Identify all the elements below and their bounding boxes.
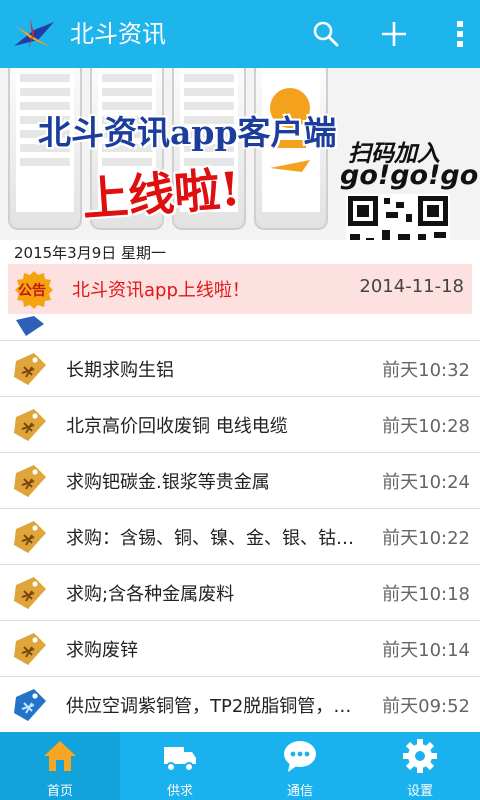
orange-tag-icon [14, 353, 46, 385]
news-time: 前天10:24 [382, 472, 470, 493]
news-item[interactable]: 长期求购生铝 前天10:32 [0, 340, 480, 396]
notice-date: 2014-11-18 [359, 276, 464, 297]
bottom-tab-bar: 首页 供求 通信 设置 [0, 732, 480, 800]
blue-tag-icon [16, 316, 44, 336]
news-time: 前天09:52 [382, 696, 470, 717]
news-time: 前天10:14 [382, 640, 470, 661]
tab-settings[interactable]: 设置 [360, 732, 480, 800]
gear-icon [403, 739, 437, 773]
news-item[interactable]: 求购：含锡、铜、镍、金、银、钴、钯 前天10:22 [0, 508, 480, 564]
orange-tag-icon [14, 577, 46, 609]
tab-supply-label: 供求 [166, 784, 193, 799]
chat-bubble-icon [284, 741, 316, 772]
notice-banner[interactable]: 公告 北斗资讯app上线啦！ 2014-11-18 [8, 264, 472, 314]
compass-logo-icon [14, 18, 54, 50]
banner-subheadline: 上线啦! [80, 161, 243, 227]
news-item[interactable]: 求购废锌 前天10:14 [0, 620, 480, 676]
news-item[interactable]: 求购钯碳金.银浆等贵金属 前天10:24 [0, 452, 480, 508]
orange-tag-icon [14, 633, 46, 665]
orange-tag-icon [14, 521, 46, 553]
banner-headline: 北斗资讯app客户端 [38, 113, 337, 152]
promo-banner[interactable]: 北斗资讯app客户端 上线啦! 扫码加入 go!go!go! [0, 68, 480, 240]
search-icon [313, 21, 339, 47]
news-title: 北京高价回收废铜 电线电缆 [66, 416, 288, 437]
news-title: 求购废锌 [66, 640, 138, 661]
overflow-menu-icon [457, 21, 463, 47]
overflow-menu-button[interactable] [440, 14, 480, 54]
news-time: 前天10:18 [382, 584, 470, 605]
date-label: 2015年3月9日 星期一 [14, 244, 167, 262]
tab-settings-label: 设置 [406, 784, 433, 799]
news-item[interactable]: 求购;含各种金属废料 前天10:18 [0, 564, 480, 620]
tab-supply[interactable]: 供求 [120, 732, 240, 800]
tab-home-label: 首页 [46, 784, 73, 799]
search-button[interactable] [306, 14, 346, 54]
add-button[interactable] [374, 14, 414, 54]
notice-badge-label: 公告 [18, 283, 46, 299]
news-title: 长期求购生铝 [66, 360, 174, 381]
news-title: 求购;含各种金属废料 [66, 584, 235, 605]
news-title: 供应空调紫铜管，TP2脱脂铜管，紫铜盘管 [66, 696, 366, 717]
orange-tag-icon [14, 465, 46, 497]
app-bar: 北斗资讯 [0, 0, 480, 68]
news-title: 求购：含锡、铜、镍、金、银、钴、钯 [66, 528, 366, 549]
news-item[interactable]: 供应空调紫铜管，TP2脱脂铜管，紫铜盘管 前天09:52 [0, 676, 480, 733]
news-list: 长期求购生铝 前天10:32 北京高价回收废铜 电线电缆 前天10:28 求购钯… [0, 340, 480, 733]
blue-tag-icon [14, 689, 46, 721]
tab-messages-label: 通信 [286, 784, 313, 799]
tab-home[interactable]: 首页 [0, 732, 120, 800]
add-icon [382, 22, 406, 46]
home-icon [44, 741, 76, 771]
qr-code-icon [346, 194, 450, 240]
date-bar: 2015年3月9日 星期一 [0, 240, 480, 262]
truck-icon [164, 747, 196, 772]
tab-messages[interactable]: 通信 [240, 732, 360, 800]
notice-title: 北斗资讯app上线啦！ [72, 280, 250, 301]
news-time: 前天10:32 [382, 360, 470, 381]
orange-tag-icon [14, 409, 46, 441]
banner-slogan: go!go!go! [340, 160, 480, 191]
news-time: 前天10:28 [382, 416, 470, 437]
news-title: 求购钯碳金.银浆等贵金属 [66, 472, 270, 493]
app-title: 北斗资讯 [70, 20, 166, 48]
news-item[interactable]: 北京高价回收废铜 电线电缆 前天10:28 [0, 396, 480, 452]
news-time: 前天10:22 [382, 528, 470, 549]
